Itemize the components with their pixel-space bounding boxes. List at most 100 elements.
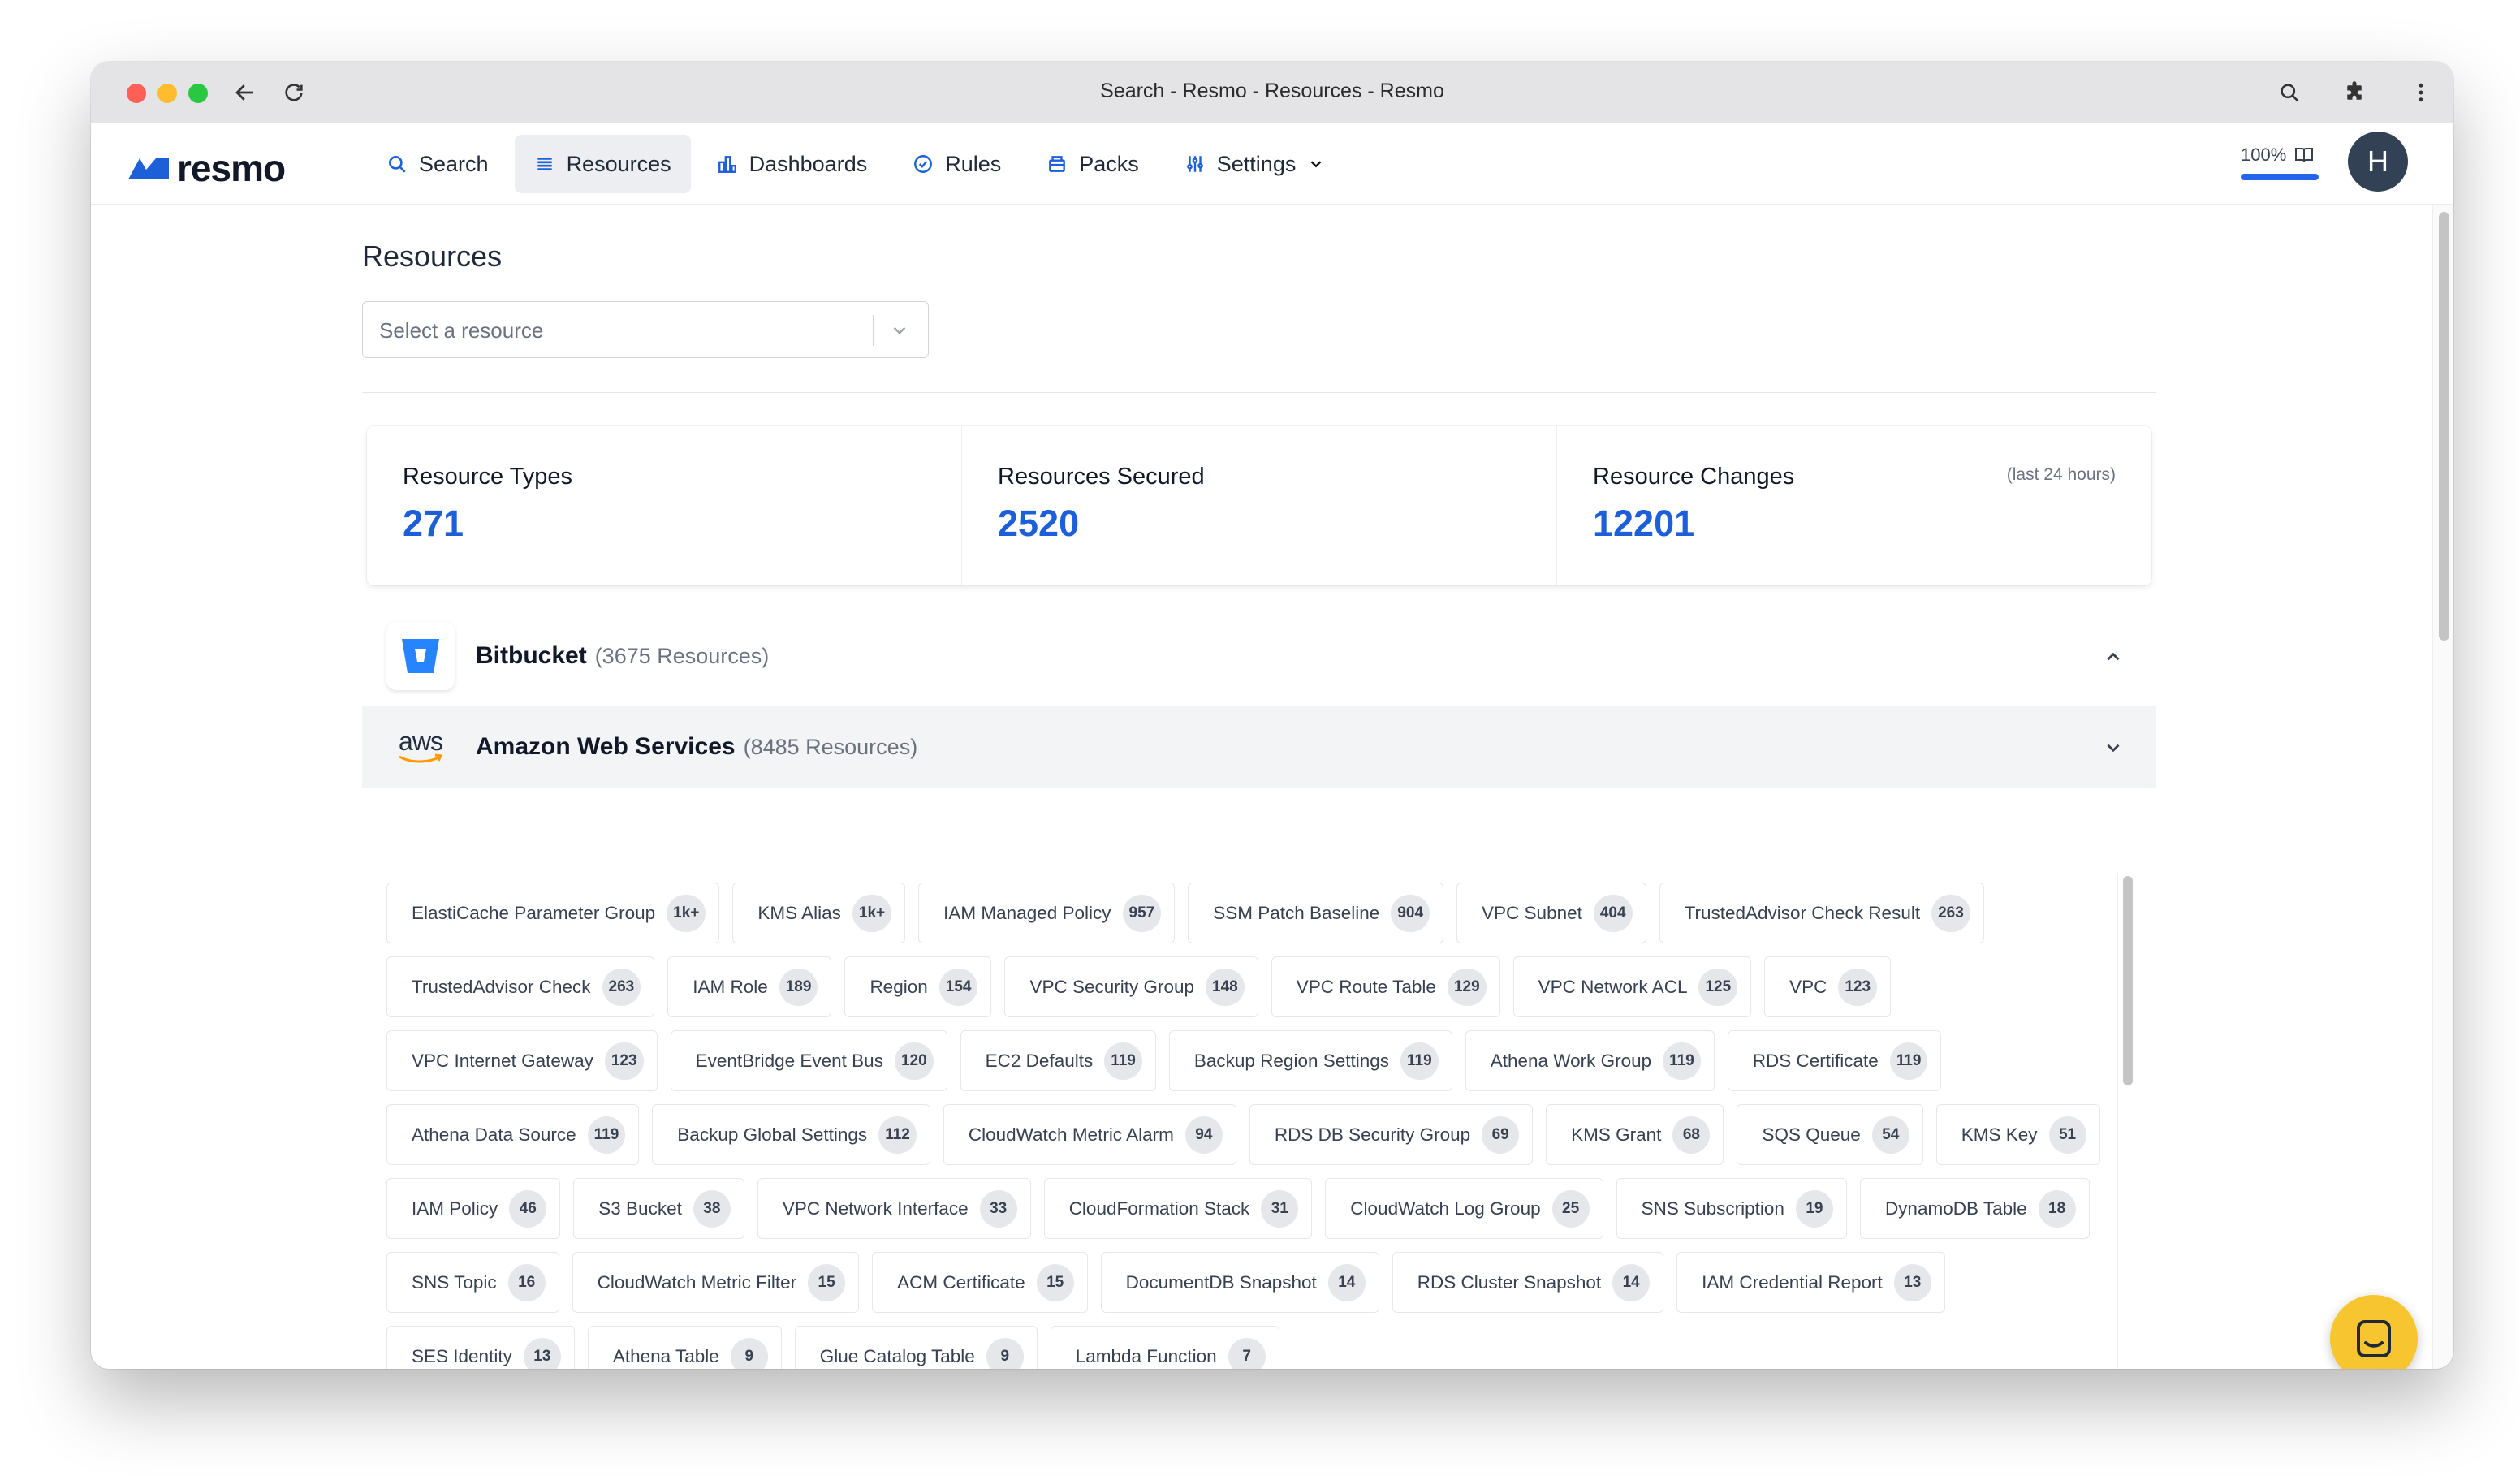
- nav-packs[interactable]: Packs: [1027, 135, 1159, 193]
- book-icon: [2295, 148, 2314, 162]
- resource-tag[interactable]: IAM Role 189: [667, 956, 832, 1017]
- resource-tag[interactable]: KMS Grant 68: [1546, 1104, 1724, 1165]
- scroll-thumb[interactable]: [2439, 212, 2449, 641]
- resource-tag-label: CloudFormation Stack: [1068, 1198, 1250, 1219]
- resource-tag[interactable]: Glue Catalog Table 9: [794, 1326, 1038, 1369]
- resmo-logo[interactable]: resmo: [127, 146, 286, 190]
- resource-tag-label: RDS Cluster Snapshot: [1417, 1271, 1602, 1293]
- count-badge: 51: [2048, 1116, 2086, 1154]
- chevron-down-icon: [1311, 161, 1322, 168]
- count-badge: 19: [1795, 1189, 1833, 1228]
- stat-note: (last 24 hours): [2006, 465, 2116, 484]
- nav-label: Resources: [566, 151, 671, 176]
- resource-tag[interactable]: VPC Route Table 129: [1271, 956, 1500, 1017]
- resource-tag[interactable]: S3 Bucket 38: [573, 1178, 744, 1239]
- count-badge: 123: [604, 1042, 644, 1080]
- resource-tag[interactable]: Athena Data Source 119: [386, 1104, 640, 1165]
- resource-tag[interactable]: KMS Alias 1k+: [732, 883, 906, 943]
- select-separator: [873, 315, 874, 346]
- search-icon[interactable]: [2275, 78, 2304, 107]
- resource-tag-label: ACM Certificate: [897, 1271, 1025, 1293]
- nav-resources[interactable]: Resources: [514, 135, 691, 193]
- resource-tag-label: SNS Topic: [412, 1271, 497, 1293]
- count-badge: 119: [587, 1116, 626, 1154]
- chevron-up-icon[interactable]: [2103, 646, 2124, 667]
- resource-tag[interactable]: CloudWatch Metric Filter 15: [572, 1252, 860, 1313]
- resource-tag[interactable]: SQS Queue 54: [1737, 1104, 1923, 1165]
- resource-tag-label: VPC Security Group: [1029, 976, 1195, 997]
- resource-select[interactable]: Select a resource: [362, 301, 929, 358]
- resource-tag[interactable]: VPC Subnet 404: [1456, 883, 1646, 943]
- resource-tag[interactable]: EventBridge Event Bus 120: [670, 1030, 947, 1091]
- resource-tag[interactable]: SSM Patch Baseline 904: [1188, 883, 1444, 943]
- resource-tag[interactable]: Region 154: [844, 956, 992, 1017]
- resource-tag[interactable]: VPC 123: [1764, 956, 1892, 1017]
- resource-tag[interactable]: Athena Work Group 119: [1465, 1030, 1715, 1091]
- resource-tag[interactable]: DynamoDB Table 18: [1859, 1178, 2090, 1239]
- resource-tag[interactable]: SNS Subscription 19: [1616, 1178, 1847, 1239]
- main-content: Resources Select a resource Resource Typ…: [91, 205, 2453, 1369]
- page-scrollbar[interactable]: [2432, 205, 2453, 1369]
- chevron-down-icon[interactable]: [889, 320, 910, 341]
- resource-tag-label: VPC Network ACL: [1538, 976, 1688, 997]
- count-badge: 46: [509, 1189, 547, 1228]
- avatar[interactable]: H: [2348, 132, 2408, 192]
- resource-tag[interactable]: RDS Certificate 119: [1727, 1030, 1942, 1091]
- zoom-indicator[interactable]: 100%: [2241, 145, 2338, 180]
- resource-tag-label: CloudWatch Log Group: [1350, 1198, 1541, 1219]
- stat-label: Resources Secured: [998, 464, 1205, 490]
- resource-tag[interactable]: VPC Security Group 148: [1004, 956, 1258, 1017]
- count-badge: 38: [693, 1189, 731, 1228]
- resource-tag[interactable]: RDS DB Security Group 69: [1249, 1104, 1534, 1165]
- resource-tag[interactable]: EC2 Defaults 119: [960, 1030, 1156, 1091]
- resource-tag[interactable]: VPC Internet Gateway 123: [386, 1030, 658, 1091]
- resource-tag-label: VPC Network Interface: [782, 1198, 969, 1219]
- resource-tag[interactable]: RDS Cluster Snapshot 14: [1392, 1252, 1664, 1313]
- resource-tag[interactable]: TrustedAdvisor Check Result 263: [1659, 883, 1984, 943]
- resource-tag[interactable]: IAM Managed Policy 957: [918, 883, 1176, 943]
- resource-tag[interactable]: VPC Network Interface 33: [757, 1178, 1031, 1239]
- chevron-down-icon[interactable]: [2103, 737, 2124, 758]
- nav-rules[interactable]: Rules: [893, 135, 1021, 193]
- resource-tag[interactable]: CloudWatch Metric Alarm 94: [943, 1104, 1236, 1165]
- nav-dashboards[interactable]: Dashboards: [697, 135, 887, 193]
- resource-tag[interactable]: SNS Topic 16: [386, 1252, 559, 1313]
- resource-tag[interactable]: VPC Network ACL 125: [1512, 956, 1752, 1017]
- extensions-icon[interactable]: [2340, 78, 2369, 107]
- count-badge: 189: [779, 968, 818, 1006]
- more-vertical-icon[interactable]: [2406, 78, 2436, 107]
- resource-tag[interactable]: Backup Region Settings 119: [1168, 1030, 1452, 1091]
- resource-tag[interactable]: CloudWatch Log Group 25: [1325, 1178, 1603, 1239]
- resource-tag[interactable]: CloudFormation Stack 31: [1043, 1178, 1313, 1239]
- chat-launcher-button[interactable]: [2330, 1295, 2418, 1369]
- resource-tag-label: SNS Subscription: [1641, 1198, 1784, 1219]
- nav-settings[interactable]: Settings: [1165, 135, 1345, 193]
- main-nav: Search Resources Dashboards Rules Packs …: [367, 135, 1344, 193]
- provider-aws[interactable]: aws Amazon Web Services (8485 Resources): [362, 706, 2156, 788]
- bitbucket-icon: [386, 622, 455, 690]
- browser-window: Search - Resmo - Resources - Resmo resmo…: [91, 62, 2453, 1369]
- nav-search[interactable]: Search: [367, 135, 508, 193]
- resource-tag[interactable]: ElastiCache Parameter Group 1k+: [386, 883, 720, 943]
- stat-resource-changes: Resource Changes 12201 (last 24 hours): [1557, 426, 2151, 585]
- resource-tag[interactable]: Backup Global Settings 112: [652, 1104, 930, 1165]
- resource-tag[interactable]: ACM Certificate 15: [872, 1252, 1088, 1313]
- scroll-thumb[interactable]: [2123, 876, 2133, 1085]
- nav-label: Dashboards: [749, 151, 868, 176]
- resource-tag-label: DynamoDB Table: [1884, 1198, 2027, 1219]
- resource-tag[interactable]: Lambda Function 7: [1050, 1326, 1279, 1369]
- resource-tag-label: IAM Credential Report: [1702, 1271, 1883, 1293]
- resource-tag[interactable]: DocumentDB Snapshot 14: [1100, 1252, 1379, 1313]
- resource-tag[interactable]: IAM Credential Report 13: [1676, 1252, 1945, 1313]
- resource-tag[interactable]: IAM Policy 46: [386, 1178, 561, 1239]
- resource-tag[interactable]: SES Identity 13: [386, 1326, 575, 1369]
- count-badge: 13: [1893, 1263, 1931, 1301]
- resource-tag[interactable]: KMS Key 51: [1935, 1104, 2100, 1165]
- count-badge: 69: [1482, 1116, 1520, 1154]
- resource-tag[interactable]: TrustedAdvisor Check 263: [386, 956, 655, 1017]
- resource-list-scrollbar[interactable]: [2117, 873, 2135, 1369]
- provider-bitbucket[interactable]: Bitbucket (3675 Resources): [362, 615, 2156, 697]
- resource-tag[interactable]: Athena Table 9: [587, 1326, 782, 1369]
- resource-tag-label: SES Identity: [412, 1345, 512, 1366]
- resource-select-placeholder: Select a resource: [379, 318, 544, 343]
